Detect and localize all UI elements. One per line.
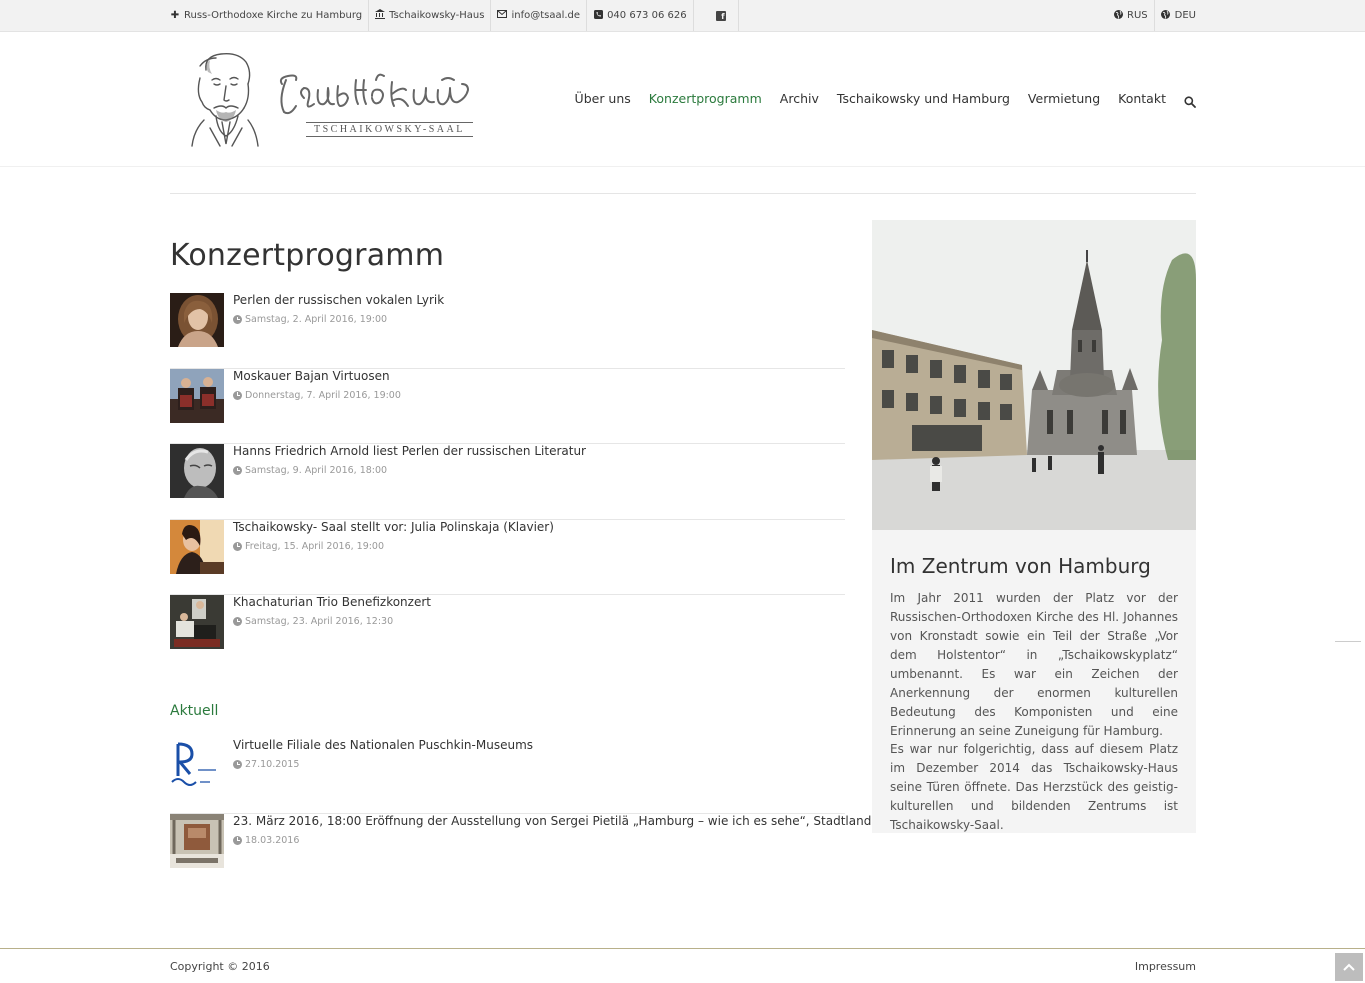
concert-item[interactable]: Tschaikowsky- Saal stellt vor: Julia Pol… xyxy=(170,519,845,595)
news-date: 27.10.2015 xyxy=(233,759,299,770)
news-list: Virtuelle Filiale des Nationalen Puschki… xyxy=(170,738,908,890)
news-thumbnail[interactable] xyxy=(170,738,224,792)
lang-rus-label: RUS xyxy=(1127,10,1148,21)
clock-icon xyxy=(233,760,242,769)
logo-subtitle: TSCHAIKOWSKY-SAAL xyxy=(306,122,473,137)
email-link-label: info@tsaal.de xyxy=(511,10,581,21)
nav-item-archiv[interactable]: Archiv xyxy=(780,91,819,106)
church-square-image xyxy=(872,220,1196,530)
concert-thumbnail[interactable] xyxy=(170,293,224,347)
concert-date-text: Samstag, 9. April 2016, 18:00 xyxy=(245,465,388,476)
concert-title[interactable]: Hanns Friedrich Arnold liest Perlen der … xyxy=(233,444,586,458)
top-bar: ✚ Russ-Orthodoxe Kirche zu Hamburg Tscha… xyxy=(0,0,1365,32)
sidebar-paragraph: Es war nur folgerichtig, dass auf diesem… xyxy=(890,742,1178,832)
concert-thumbnail[interactable] xyxy=(170,595,224,649)
concert-list: Perlen der russischen vokalen Lyrik Sams… xyxy=(170,293,845,671)
haus-link[interactable]: Tschaikowsky-Haus xyxy=(369,0,492,31)
chevron-up-icon xyxy=(1343,963,1355,971)
news-title[interactable]: 23. März 2016, 18:00 Eröffnung der Ausst… xyxy=(233,814,908,828)
facebook-icon: f xyxy=(715,10,726,21)
concert-item[interactable]: Moskauer Bajan Virtuosen Donnerstag, 7. … xyxy=(170,368,845,444)
concert-thumbnail[interactable] xyxy=(170,519,224,574)
main-nav: Über uns Konzertprogramm Archiv Tschaiko… xyxy=(557,91,1196,108)
nav-item-tschaikowsky-und-hamburg[interactable]: Tschaikowsky und Hamburg xyxy=(837,91,1010,106)
news-item[interactable]: Virtuelle Filiale des Nationalen Puschki… xyxy=(170,738,845,814)
concert-thumbnail[interactable] xyxy=(170,444,224,498)
clock-icon xyxy=(233,315,242,324)
envelope-icon xyxy=(497,10,508,21)
copyright-text: Copyright © 2016 xyxy=(170,960,270,973)
news-heading: Aktuell xyxy=(170,703,219,719)
clock-icon xyxy=(233,466,242,475)
church-link-label: Russ-Orthodoxe Kirche zu Hamburg xyxy=(184,10,363,21)
lang-deu[interactable]: DEU xyxy=(1155,0,1196,31)
phone-icon xyxy=(593,9,603,22)
concert-item[interactable]: Perlen der russischen vokalen Lyrik Sams… xyxy=(170,293,845,369)
news-thumbnail[interactable] xyxy=(170,813,224,868)
concert-title[interactable]: Perlen der russischen vokalen Lyrik xyxy=(233,293,444,307)
concert-date: Donnerstag, 7. April 2016, 19:00 xyxy=(233,390,401,401)
globe-icon xyxy=(1161,9,1171,22)
church-link[interactable]: ✚ Russ-Orthodoxe Kirche zu Hamburg xyxy=(170,0,370,31)
nav-item-vermietung[interactable]: Vermietung xyxy=(1028,91,1100,106)
haus-link-label: Tschaikowsky-Haus xyxy=(389,10,485,21)
nav-item-kontakt[interactable]: Kontakt xyxy=(1118,91,1166,106)
header-divider xyxy=(0,166,1365,167)
concert-title[interactable]: Khachaturian Trio Benefizkonzert xyxy=(233,595,431,609)
clock-icon xyxy=(233,617,242,626)
edge-divider xyxy=(1335,641,1361,642)
clock-icon xyxy=(233,835,242,845)
facebook-link[interactable]: f xyxy=(694,0,739,31)
lang-rus[interactable]: RUS xyxy=(1107,0,1155,31)
lang-deu-label: DEU xyxy=(1174,10,1196,21)
news-date-text: 27.10.2015 xyxy=(245,759,300,770)
sidebar-paragraph: Im Jahr 2011 wurden der Platz vor der Ru… xyxy=(890,591,1178,738)
phone-link[interactable]: 040 673 06 626 xyxy=(587,0,694,31)
scroll-to-top-button[interactable] xyxy=(1335,953,1363,981)
concert-date-text: Freitag, 15. April 2016, 19:00 xyxy=(245,540,385,552)
topbar-left: ✚ Russ-Orthodoxe Kirche zu Hamburg Tscha… xyxy=(170,0,739,31)
concert-date-text: Samstag, 23. April 2016, 12:30 xyxy=(245,616,394,627)
concert-item[interactable]: Khachaturian Trio Benefizkonzert Samstag… xyxy=(170,595,845,671)
clock-icon xyxy=(233,390,242,400)
concert-date: Freitag, 15. April 2016, 19:00 xyxy=(233,541,384,552)
news-item[interactable]: 23. März 2016, 18:00 Eröffnung der Ausst… xyxy=(170,813,908,890)
concert-date-text: Donnerstag, 7. April 2016, 19:00 xyxy=(245,389,401,401)
concert-date: Samstag, 23. April 2016, 12:30 xyxy=(233,616,393,627)
news-title[interactable]: Virtuelle Filiale des Nationalen Puschki… xyxy=(233,738,533,752)
language-switcher: RUS DEU xyxy=(1107,0,1196,31)
page-title: Konzertprogramm xyxy=(170,238,445,273)
impressum-link[interactable]: Impressum xyxy=(1135,960,1196,973)
phone-link-label: 040 673 06 626 xyxy=(607,10,687,21)
footer-divider xyxy=(0,948,1365,949)
clock-icon xyxy=(233,541,242,551)
email-link[interactable]: info@tsaal.de xyxy=(491,0,588,31)
plus-icon: ✚ xyxy=(170,10,180,21)
sidebar-title: Im Zentrum von Hamburg xyxy=(890,554,1151,578)
search-icon[interactable] xyxy=(1184,93,1196,108)
news-date: 18.03.2016 xyxy=(233,835,299,846)
concert-date-text: Samstag, 2. April 2016, 19:00 xyxy=(245,314,388,325)
concert-date: Samstag, 9. April 2016, 18:00 xyxy=(233,465,387,476)
concert-date: Samstag, 2. April 2016, 19:00 xyxy=(233,314,387,325)
concert-item[interactable]: Hanns Friedrich Arnold liest Perlen der … xyxy=(170,444,845,520)
nav-item-ueber-uns[interactable]: Über uns xyxy=(575,91,631,106)
sidebar-panel: Im Zentrum von Hamburg Im Jahr 2011 wurd… xyxy=(872,220,1196,833)
news-date-text: 18.03.2016 xyxy=(245,834,300,846)
globe-icon xyxy=(1113,9,1123,22)
site-logo[interactable]: TSCHAIKOWSKY-SAAL xyxy=(186,50,516,152)
concert-title[interactable]: Moskauer Bajan Virtuosen xyxy=(233,369,390,383)
concert-thumbnail[interactable] xyxy=(170,368,224,423)
concert-title[interactable]: Tschaikowsky- Saal stellt vor: Julia Pol… xyxy=(233,520,554,534)
content-divider xyxy=(170,193,1196,194)
building-icon xyxy=(375,9,386,22)
nav-item-konzertprogramm[interactable]: Konzertprogramm xyxy=(649,91,762,106)
